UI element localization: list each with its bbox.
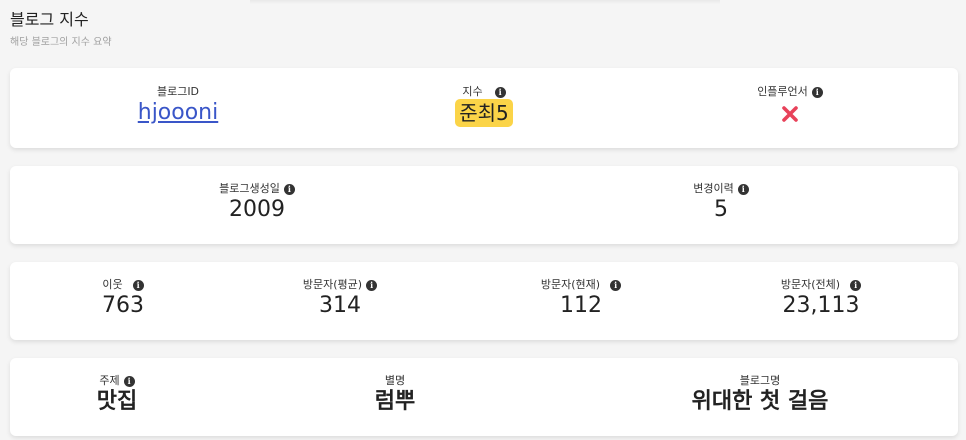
- nickname-label-text: 별명: [384, 374, 406, 387]
- blog-id-link[interactable]: hjoooni: [138, 100, 219, 125]
- info-icon[interactable]: i: [737, 183, 749, 195]
- visitors-avg-label: 방문자(평균) i: [270, 278, 410, 292]
- nickname-cell: 별명 럼뿌: [330, 374, 460, 416]
- created-label-text: 블로그생성일: [219, 182, 280, 195]
- neighbors-label: 이웃 i: [68, 278, 178, 292]
- created-label: 블로그생성일 i: [187, 182, 327, 196]
- summary-card: 블로그ID hjoooni 지수 i 준최5 인플루언서 i: [10, 68, 958, 148]
- blog-name-value: 위대한 첫 걸음: [691, 389, 829, 414]
- topic-cell: 주제 i 맛집: [62, 374, 172, 416]
- info-icon[interactable]: i: [494, 86, 506, 98]
- history-card: 블로그생성일 i 2009 변경이력 i 5: [10, 166, 958, 244]
- visitors-now-label-text: 방문자(현재): [540, 278, 601, 291]
- section-title: 블로그 지수: [10, 10, 89, 29]
- neighbors-value: 763: [102, 293, 144, 318]
- blog-name-cell: 블로그명 위대한 첫 걸음: [650, 374, 870, 416]
- info-icon[interactable]: i: [610, 279, 622, 291]
- visitors-avg-value: 314: [319, 293, 361, 318]
- info-icon[interactable]: i: [811, 86, 823, 98]
- index-cell: 지수 i 준최5: [424, 85, 544, 127]
- visitors-avg-label-text: 방문자(평균): [302, 278, 363, 291]
- top-divider-shadow: [250, 0, 720, 4]
- info-icon[interactable]: i: [850, 279, 862, 291]
- stats-card: 이웃 i 763 방문자(평균) i 314 방문자(현재) i 112 방문자(전체…: [10, 262, 958, 340]
- index-label-text: 지수: [462, 85, 483, 98]
- blog-id-label-text: 블로그ID: [156, 85, 200, 98]
- section-subtitle: 해당 블로그의 지수 요약: [10, 37, 112, 48]
- visitors-total-label: 방문자(전체) i: [751, 278, 891, 292]
- blog-id-label: 블로그ID: [118, 85, 238, 99]
- created-value: 2009: [229, 197, 285, 222]
- visitors-total-cell: 방문자(전체) i 23,113: [751, 278, 891, 320]
- changes-cell: 변경이력 i 5: [661, 182, 781, 224]
- blog-name-label-text: 블로그명: [739, 374, 781, 387]
- blog-id-cell: 블로그ID hjoooni: [118, 85, 238, 127]
- info-icon[interactable]: i: [283, 183, 295, 195]
- visitors-total-label-text: 방문자(전체): [780, 278, 841, 291]
- visitors-now-cell: 방문자(현재) i 112: [511, 278, 651, 320]
- influencer-label: 인플루언서 i: [720, 85, 860, 99]
- visitors-now-value: 112: [560, 293, 602, 318]
- changes-label-text: 변경이력: [693, 182, 734, 195]
- nickname-value: 럼뿌: [374, 389, 416, 414]
- neighbors-cell: 이웃 i 763: [68, 278, 178, 320]
- blog-name-label: 블로그명: [650, 374, 870, 388]
- influencer-label-text: 인플루언서: [757, 85, 808, 98]
- visitors-total-value: 23,113: [782, 293, 860, 318]
- index-label: 지수 i: [424, 85, 544, 99]
- visitors-avg-cell: 방문자(평균) i 314: [270, 278, 410, 320]
- nickname-label: 별명: [330, 374, 460, 388]
- info-icon[interactable]: i: [123, 375, 135, 387]
- info-icon[interactable]: i: [132, 279, 144, 291]
- created-cell: 블로그생성일 i 2009: [187, 182, 327, 224]
- influencer-cell: 인플루언서 i: [720, 85, 860, 127]
- topic-label: 주제 i: [62, 374, 172, 388]
- visitors-now-label: 방문자(현재) i: [511, 278, 651, 292]
- x-icon: [782, 106, 798, 122]
- changes-value: 5: [714, 197, 728, 222]
- changes-label: 변경이력 i: [661, 182, 781, 196]
- info-icon[interactable]: i: [366, 279, 378, 291]
- neighbors-label-text: 이웃: [102, 278, 123, 291]
- index-badge: 준최5: [455, 99, 513, 127]
- profile-card: 주제 i 맛집 별명 럼뿌 블로그명 위대한 첫 걸음: [10, 358, 958, 436]
- topic-label-text: 주제: [99, 374, 120, 387]
- topic-value: 맛집: [96, 389, 138, 414]
